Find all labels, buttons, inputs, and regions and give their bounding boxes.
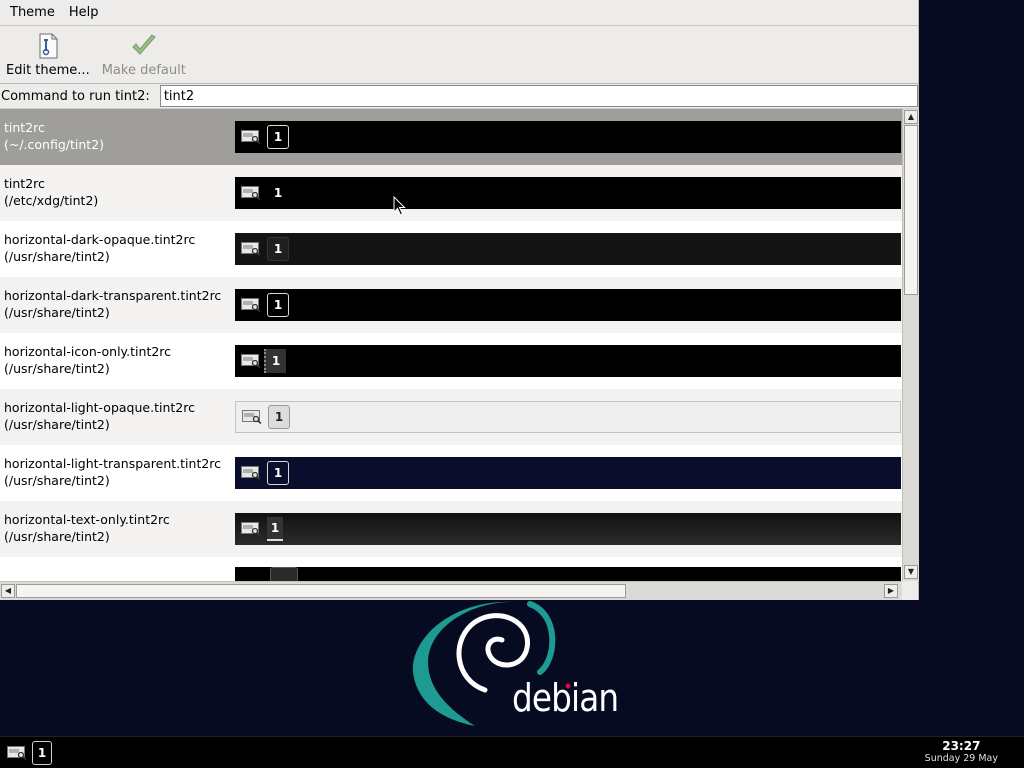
launcher-icon — [240, 520, 262, 538]
theme-name: horizontal-icon-only.tint2rc — [4, 344, 172, 359]
theme-row-text: horizontal-text-only.tint2rc (/usr/share… — [4, 511, 170, 545]
theme-name: tint2rc — [4, 176, 45, 191]
panel-preview: 1 — [235, 401, 901, 433]
horizontal-scrollbar[interactable]: ◀ ▶ — [0, 581, 902, 600]
command-label: Command to run tint2: — [1, 88, 150, 104]
theme-path: (/usr/share/tint2) — [4, 305, 110, 320]
panel-preview: 1 — [235, 345, 901, 377]
desktop-button: 1 — [268, 405, 290, 429]
launcher-icon — [240, 184, 262, 202]
theme-row[interactable]: horizontal-dark-opaque.tint2rc (/usr/sha… — [0, 221, 902, 277]
theme-row[interactable]: horizontal-text-only.tint2rc (/usr/share… — [0, 501, 902, 557]
menu-help[interactable]: Help — [62, 0, 106, 26]
launcher-icon — [240, 352, 262, 370]
panel-preview: 1 — [235, 289, 901, 321]
theme-row[interactable]: horizontal-light-transparent.tint2rc (/u… — [0, 445, 902, 501]
panel-preview: 1 — [235, 513, 901, 545]
theme-row[interactable]: tint2rc (/etc/xdg/tint2) 1 — [0, 165, 902, 221]
make-default-button[interactable]: Make default — [96, 32, 192, 79]
edit-theme-button[interactable]: Edit theme... — [0, 32, 96, 79]
debian-logo-text: debian — [512, 676, 619, 720]
theme-name: horizontal-light-transparent.tint2rc — [4, 456, 222, 471]
theme-path: (/usr/share/tint2) — [4, 249, 110, 264]
theme-list: tint2rc (~/.config/tint2) 1 tint2rc (/et… — [0, 109, 902, 557]
checkmark-icon — [131, 32, 157, 60]
taskbar-panel: 1 23:27 Sunday 29 May — [0, 736, 1024, 768]
theme-path: (/usr/share/tint2) — [4, 361, 110, 376]
scroll-left-arrow-icon[interactable]: ◀ — [1, 584, 15, 598]
mouse-cursor-icon — [393, 196, 406, 216]
theme-row[interactable]: tint2rc (~/.config/tint2) 1 — [0, 109, 902, 165]
theme-path: (~/.config/tint2) — [4, 137, 105, 152]
launcher-icon[interactable] — [6, 744, 28, 762]
command-input[interactable] — [159, 85, 918, 107]
vertical-scrollbar[interactable]: ▲ ▼ — [902, 109, 919, 581]
clock[interactable]: 23:27 Sunday 29 May — [925, 739, 998, 765]
desktop-button: 1 — [267, 517, 283, 541]
scroll-up-arrow-icon[interactable]: ▲ — [904, 110, 918, 124]
theme-path: (/usr/share/tint2) — [4, 529, 110, 544]
desktop-button-partial — [270, 567, 298, 581]
theme-row-text: horizontal-light-opaque.tint2rc (/usr/sh… — [4, 399, 195, 433]
scroll-down-arrow-icon[interactable]: ▼ — [904, 565, 918, 579]
desktop-button: 1 — [273, 186, 283, 200]
debian-swirl-inner — [527, 601, 556, 675]
command-row: Command to run tint2: — [0, 84, 918, 109]
panel-preview: 1 — [235, 121, 901, 153]
desktop-button: 1 — [267, 293, 289, 317]
scroll-right-arrow-icon[interactable]: ▶ — [884, 584, 898, 598]
theme-path: (/usr/share/tint2) — [4, 473, 110, 488]
theme-row-text: tint2rc (/etc/xdg/tint2) — [4, 175, 98, 209]
launcher-icon — [241, 408, 263, 426]
theme-name: tint2rc — [4, 120, 45, 135]
theme-name: horizontal-dark-transparent.tint2rc — [4, 288, 222, 303]
desktop-switcher-button[interactable]: 1 — [32, 741, 52, 765]
launcher-icon — [240, 240, 262, 258]
menu-theme[interactable]: Theme — [3, 0, 62, 26]
theme-row[interactable]: horizontal-dark-transparent.tint2rc (/us… — [0, 277, 902, 333]
theme-path: (/etc/xdg/tint2) — [4, 193, 99, 208]
desktop-button: 1 — [267, 125, 289, 149]
toolbar: Edit theme... Make default — [0, 26, 918, 84]
edit-document-icon — [35, 32, 61, 60]
theme-row[interactable]: horizontal-light-opaque.tint2rc (/usr/sh… — [0, 389, 902, 445]
panel-preview: 1 — [235, 233, 901, 265]
theme-row-text: tint2rc (~/.config/tint2) — [4, 119, 104, 153]
horizontal-scroll-thumb[interactable] — [16, 584, 626, 598]
theme-row-text: horizontal-dark-transparent.tint2rc (/us… — [4, 287, 221, 321]
vertical-scroll-thumb[interactable] — [904, 125, 918, 295]
panel-preview: 1 — [235, 177, 901, 209]
edit-theme-label: Edit theme... — [6, 63, 90, 78]
launcher-icon — [240, 128, 262, 146]
launcher-icon — [240, 296, 262, 314]
panel-preview: 1 — [235, 457, 901, 489]
menubar: Theme Help — [0, 0, 918, 26]
theme-row-text: horizontal-icon-only.tint2rc (/usr/share… — [4, 343, 171, 377]
clock-time: 23:27 — [942, 739, 981, 753]
desktop-button: 1 — [267, 237, 289, 261]
desktop-button: 1 — [267, 461, 289, 485]
theme-row-partial[interactable] — [0, 557, 902, 581]
tint2conf-window: Theme Help Edit theme... Make default Co… — [0, 0, 919, 600]
theme-row[interactable]: horizontal-icon-only.tint2rc (/usr/share… — [0, 333, 902, 389]
desktop-button: 1 — [264, 349, 286, 373]
theme-name: horizontal-text-only.tint2rc — [4, 512, 170, 527]
theme-list-area: tint2rc (~/.config/tint2) 1 tint2rc (/et… — [0, 109, 919, 581]
make-default-label: Make default — [101, 63, 186, 78]
theme-row-text: horizontal-light-transparent.tint2rc (/u… — [4, 455, 221, 489]
theme-row-text: horizontal-dark-opaque.tint2rc (/usr/sha… — [4, 231, 195, 265]
theme-name: horizontal-dark-opaque.tint2rc — [4, 232, 196, 247]
launcher-icon — [240, 464, 262, 482]
theme-path: (/usr/share/tint2) — [4, 417, 110, 432]
panel-preview — [235, 567, 901, 581]
theme-name: horizontal-light-opaque.tint2rc — [4, 400, 195, 415]
clock-date: Sunday 29 May — [924, 753, 998, 764]
